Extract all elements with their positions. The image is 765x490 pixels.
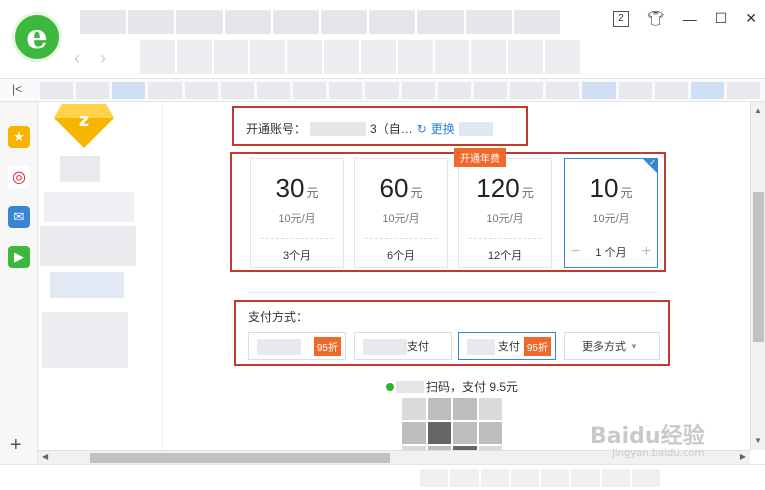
vertical-scrollbar[interactable]: ▲ ▼ (750, 102, 765, 450)
bookmark-bar: |< (0, 78, 765, 102)
plan-price: 10 (589, 173, 619, 203)
back-icon[interactable]: ‹ (74, 48, 80, 69)
plan-card-3-months[interactable]: 30 元 10元/月 3个月 (250, 158, 344, 268)
window-controls: 2 👕︎ — ☐ ✕ (612, 10, 757, 27)
left-panel-blur (40, 226, 136, 266)
page-content: z 开通账号： 3（自… ↻ 更换 30 元 10元/月 3个月 60 元 10元/… (38, 102, 750, 450)
payment-logo-blur (467, 339, 495, 355)
payment-option-label: 支付 (497, 341, 520, 353)
account-id: 3（自… (370, 122, 413, 136)
plan-card-1-month[interactable]: ✓ 10 元 10元/月 − 1 个月 + (564, 158, 658, 268)
collapse-sidebar-icon[interactable]: |< (12, 82, 22, 96)
bookmark-items (40, 82, 761, 99)
qr-code (402, 398, 502, 450)
weibo-icon[interactable]: ◎ (8, 166, 30, 188)
left-panel: z (38, 102, 163, 450)
scroll-right-icon[interactable]: ▶ (740, 452, 746, 461)
more-payment-button[interactable]: 更多方式 ▼ (564, 332, 660, 360)
left-sidebar: ★ ◎ ✉ ▶ + (0, 102, 38, 470)
watermark: Baidu经验 (590, 424, 705, 449)
plan-duration: 12个月 (487, 250, 523, 262)
plan-price: 120 (476, 173, 520, 203)
favorites-star-icon[interactable]: ★ (8, 126, 30, 148)
increment-button[interactable]: + (642, 243, 651, 261)
scroll-up-icon[interactable]: ▲ (754, 106, 762, 115)
plan-unit: 元 (620, 186, 633, 200)
account-row: 开通账号： 3（自… ↻ 更换 (246, 120, 493, 137)
left-panel-blur (60, 156, 100, 182)
status-blur (420, 469, 660, 487)
maximize-icon[interactable]: ☐ (715, 10, 728, 27)
svg-text:z: z (79, 110, 89, 131)
plan-unit: 元 (306, 186, 319, 200)
diamond-logo-icon: z (54, 104, 114, 148)
month-stepper-value[interactable]: 1 个月 (595, 244, 626, 260)
scroll-left-icon[interactable]: ◀ (42, 452, 48, 461)
nav-arrows: ‹ › (74, 48, 106, 69)
plan-monthly: 10元/月 (382, 213, 420, 225)
payment-option-2[interactable]: 支付 (354, 332, 452, 360)
title-bar: e ‹ › 2 👕︎ — ☐ ✕ (0, 0, 765, 78)
forward-icon[interactable]: › (100, 48, 106, 69)
payment-option-3[interactable]: 支付 95折 (458, 332, 556, 360)
video-icon[interactable]: ▶ (8, 246, 30, 268)
payment-title: 支付方式： (248, 310, 309, 324)
vertical-scroll-thumb[interactable] (753, 192, 764, 342)
scan-text: 扫码，支付 9.5元 (426, 380, 519, 394)
left-panel-blur (42, 312, 128, 368)
horizontal-scroll-thumb[interactable] (90, 453, 390, 463)
payment-option-1[interactable]: 95折 (248, 332, 346, 360)
section-divider (248, 292, 658, 293)
more-payment-label: 更多方式 (582, 341, 627, 353)
plan-unit: 元 (410, 186, 423, 200)
change-account-link[interactable]: 更换 (431, 120, 455, 137)
plan-duration: 3个月 (282, 250, 312, 262)
plans-highlight-box: 30 元 10元/月 3个月 60 元 10元/月 6个月 120 元 10元/月 1… (230, 148, 666, 272)
month-stepper: − 1 个月 + (565, 237, 657, 267)
tab-strip (80, 10, 561, 34)
refresh-icon[interactable]: ↻ (417, 122, 427, 136)
status-bar (0, 464, 765, 490)
wechat-icon (386, 382, 394, 391)
plan-card-6-months[interactable]: 60 元 10元/月 6个月 (354, 158, 448, 268)
scan-blur (396, 380, 424, 393)
plan-unit: 元 (521, 186, 534, 200)
add-icon[interactable]: + (10, 434, 22, 457)
payment-option-label: 支付 (407, 341, 429, 353)
plan-duration: 6个月 (386, 250, 416, 262)
account-highlight-box: 开通账号： 3（自… ↻ 更换 (232, 106, 528, 146)
decrement-button[interactable]: − (571, 243, 580, 261)
account-id-blur (310, 121, 367, 136)
scan-instruction: 扫码，支付 9.5元 (386, 378, 518, 395)
left-panel-blur (50, 272, 124, 298)
browser-logo-icon[interactable]: e (12, 12, 62, 62)
skin-icon[interactable]: 👕︎ (647, 10, 665, 27)
watermark-url: jingyan.baidu.com (612, 448, 705, 459)
minimize-icon[interactable]: — (683, 11, 697, 27)
close-icon[interactable]: ✕ (745, 10, 757, 27)
payment-logo-blur (257, 339, 301, 355)
plan-monthly: 10元/月 (278, 213, 316, 225)
plan-monthly: 10元/月 (592, 213, 630, 225)
account-label: 开通账号： (246, 122, 307, 136)
plan-price: 30 (275, 173, 305, 203)
scroll-down-icon[interactable]: ▼ (754, 436, 762, 445)
check-mark-icon: ✓ (649, 158, 656, 167)
annual-badge: 开通年费 (454, 148, 506, 167)
tab-count-icon[interactable]: 2 (612, 10, 629, 27)
left-panel-blur (44, 192, 134, 222)
dropdown-arrow-icon: ▼ (630, 341, 638, 351)
discount-badge: 95折 (313, 336, 341, 356)
payment-logo-blur (363, 339, 407, 355)
discount-badge: 95折 (523, 336, 551, 356)
address-bar[interactable] (140, 40, 580, 74)
plan-monthly: 10元/月 (486, 213, 524, 225)
payment-highlight-box: 支付方式： 95折 支付 支付 95折 更多方式 ▼ (234, 300, 670, 366)
change-blur (458, 121, 493, 136)
plan-card-12-months[interactable]: 120 元 10元/月 12个月 (458, 158, 552, 268)
mail-icon[interactable]: ✉ (8, 206, 30, 228)
plan-price: 60 (379, 173, 409, 203)
